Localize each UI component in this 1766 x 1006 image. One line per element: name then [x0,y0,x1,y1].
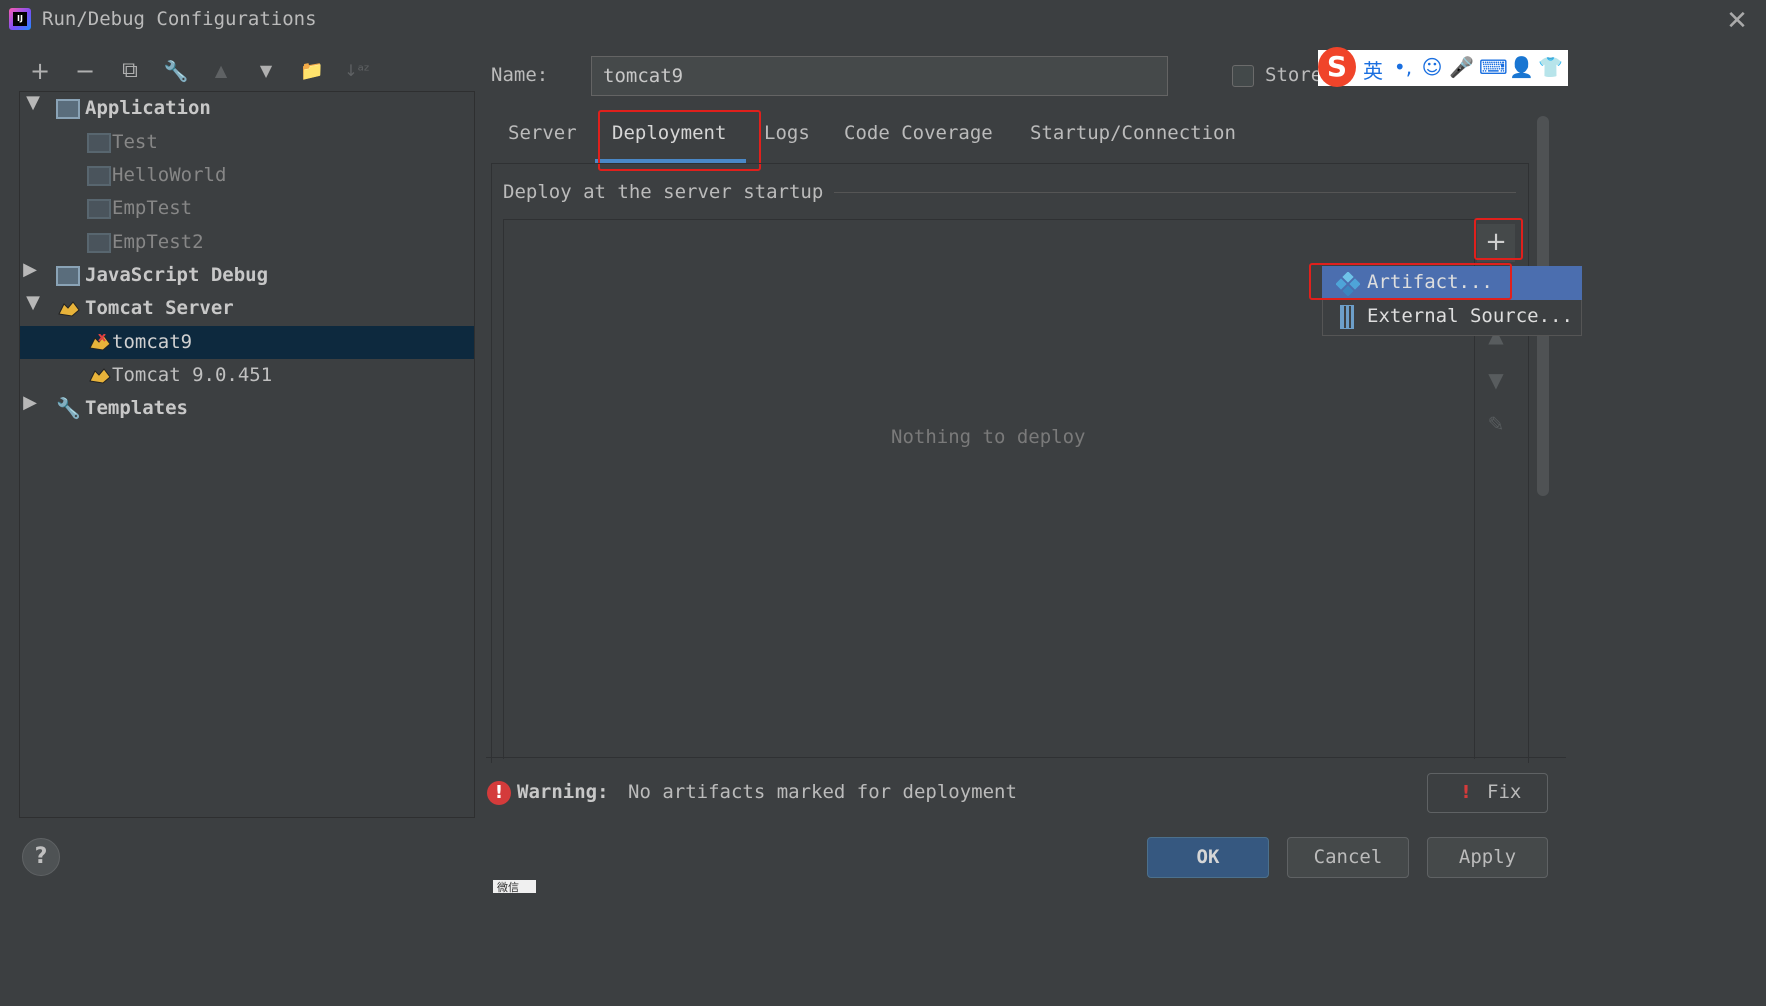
ok-button[interactable]: OK [1147,837,1269,878]
help-button[interactable]: ? [22,838,60,876]
ime-language-icon[interactable]: 英 [1361,55,1385,84]
tree-label: Templates [85,397,188,419]
bottom-separator [486,757,1566,758]
tree-label: Tomcat Server [85,297,234,319]
warning-label: Warning: [517,781,609,803]
tree-label: EmpTest2 [112,231,204,253]
edit-pencil-icon[interactable]: ✎ [1482,412,1510,436]
name-input[interactable]: tomcat9 [591,56,1168,96]
close-icon[interactable]: ✕ [1720,4,1754,38]
sort-alphabetically-icon[interactable]: ↓ᵃᶻ [340,54,374,88]
ime-emoji-icon[interactable]: ☺ [1420,55,1444,79]
expand-arrow-icon[interactable]: ▶ [20,259,40,280]
tree-node-emptest2[interactable]: EmpTest2 [20,226,474,259]
tree-node-tomcat-version[interactable]: Tomcat 9.0.451 [20,359,474,392]
ime-user-icon[interactable]: 👤 [1509,55,1534,79]
wechat-taskbar-tag[interactable]: 微信 [493,880,536,893]
expand-arrow-icon[interactable]: ▶ [20,392,40,413]
tree-label: Application [85,97,211,119]
application-icon [87,199,111,219]
ime-keyboard-icon[interactable]: ⌨ [1479,55,1508,79]
deploy-section-title: Deploy at the server startup [503,181,824,203]
tree-node-helloworld[interactable]: HelloWorld [20,159,474,192]
fix-bulb-icon: ! [1461,782,1471,803]
store-label[interactable]: Store [1265,64,1322,86]
sogou-logo-icon[interactable]: S [1318,47,1356,87]
remove-configuration-button[interactable]: − [68,54,102,88]
tree-label: JavaScript Debug [85,264,269,286]
tree-label: tomcat9 [112,331,193,353]
application-icon [87,133,111,153]
tomcat-icon [89,368,111,384]
move-down-icon[interactable]: ▼ [249,54,283,88]
ime-skin-icon[interactable]: 👕 [1538,55,1563,79]
highlight-box-artifact [1309,263,1512,300]
javascript-debug-icon [56,266,80,286]
apply-button[interactable]: Apply [1427,837,1548,878]
store-as-project-file-checkbox[interactable] [1232,65,1254,87]
tomcat-icon [58,301,80,317]
collapse-arrow-icon[interactable]: ▼ [23,92,43,113]
tree-label: Tomcat 9.0.451 [112,364,273,386]
move-up-icon[interactable]: ▲ [204,54,238,88]
edit-defaults-wrench-icon[interactable]: 🔧 [159,54,193,88]
move-down-icon[interactable]: ▼ [1482,368,1510,392]
tree-label: HelloWorld [112,164,227,186]
tree-node-emptest[interactable]: EmpTest [20,192,474,225]
tree-node-tomcat9[interactable]: tomcat9 [20,326,474,359]
section-separator [834,192,1516,193]
configuration-tree: ▼ Application Test HelloWorld EmpTest Em… [19,91,475,818]
window-title: Run/Debug Configurations [42,8,317,30]
highlight-box-add-button [1474,218,1523,260]
tomcat-error-icon [89,334,111,351]
tab-startup-connection[interactable]: Startup/Connection [1030,122,1236,144]
application-icon [87,233,111,253]
tree-node-templates[interactable]: ▶ 🔧 Templates [20,392,474,425]
external-source-icon [1340,305,1354,329]
ime-punctuation-icon[interactable]: •, [1391,55,1415,79]
tab-logs[interactable]: Logs [764,122,810,144]
intellij-logo-icon: IJ [9,8,31,30]
warning-icon: ! [487,781,511,805]
tree-node-application[interactable]: ▼ Application [20,92,474,125]
application-icon [87,166,111,186]
collapse-arrow-icon[interactable]: ▼ [23,292,43,313]
add-configuration-button[interactable]: + [23,54,57,88]
tree-node-javascript-debug[interactable]: ▶ JavaScript Debug [20,259,474,292]
ime-voice-icon[interactable]: 🎤 [1449,55,1474,79]
warning-message: No artifacts marked for deployment [628,781,1017,803]
tab-server[interactable]: Server [508,122,577,144]
copy-configuration-button[interactable]: ⧉ [113,54,147,88]
new-folder-icon[interactable]: 📁 [295,54,329,88]
highlight-box-deployment-tab [598,110,761,171]
empty-list-text: Nothing to deploy [891,426,1086,448]
external-source-label[interactable]: External Source... [1367,305,1573,327]
tab-code-coverage[interactable]: Code Coverage [844,122,993,144]
tree-node-tomcat-server[interactable]: ▼ Tomcat Server [20,292,474,325]
application-icon [56,99,80,119]
name-label: Name: [491,64,549,86]
wrench-icon: 🔧 [56,396,81,420]
tree-node-test[interactable]: Test [20,126,474,159]
cancel-button[interactable]: Cancel [1287,837,1409,878]
tree-label: Test [112,131,158,153]
fix-button-label[interactable]: Fix [1487,781,1521,803]
tree-label: EmpTest [112,197,193,219]
